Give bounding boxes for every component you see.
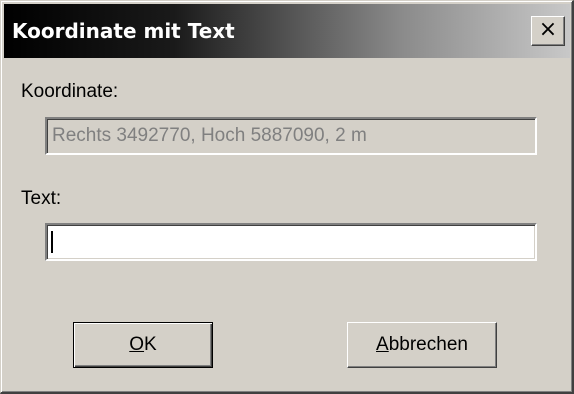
ok-mnemonic: O	[129, 334, 145, 355]
window-title: Koordinate mit Text	[12, 19, 235, 43]
close-icon: ×	[538, 17, 558, 42]
cancel-label-rest: bbrechen	[388, 334, 468, 355]
ok-label-rest: K	[144, 334, 157, 355]
coordinate-value: Rechts 3492770, Hoch 5887090, 2 m	[52, 125, 367, 146]
ok-button[interactable]: OK	[73, 322, 213, 368]
title-bar[interactable]: Koordinate mit Text ×	[4, 4, 570, 58]
cancel-button[interactable]: Abbrechen	[347, 322, 497, 368]
coordinate-field: Rechts 3492770, Hoch 5887090, 2 m	[45, 117, 537, 155]
text-caret	[51, 231, 53, 253]
text-label: Text:	[21, 188, 62, 209]
dialog-window: Koordinate mit Text × Koordinate: Rechts…	[0, 0, 574, 394]
cancel-mnemonic: A	[376, 334, 389, 355]
coordinate-label: Koordinate:	[21, 81, 119, 102]
text-input[interactable]	[45, 223, 537, 261]
close-button[interactable]: ×	[531, 16, 565, 46]
